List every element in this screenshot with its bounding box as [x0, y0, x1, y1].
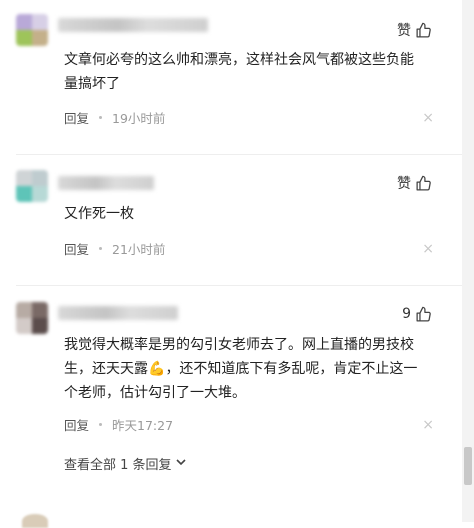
separator-dot — [99, 246, 103, 250]
comment-text: 又作死一枚 — [64, 206, 134, 222]
username-blurred[interactable] — [58, 18, 208, 32]
view-all-replies-label: 查看全部 1 条回复 — [64, 458, 172, 473]
reply-button[interactable]: 回复 — [64, 239, 89, 258]
like-count: 赞 — [397, 23, 411, 39]
comment-text: 文章何必夸的这么帅和漂亮，这样社会风气都被这些负能量搞坏了 — [64, 52, 414, 92]
comment-time: 昨天17:27 — [112, 417, 174, 433]
close-icon[interactable]: × — [422, 242, 434, 256]
like-count: 9 — [402, 306, 411, 322]
divider — [16, 154, 462, 155]
comment-text: 我觉得大概率是男的勾引女老师去了。网上直播的男技校生，还天天露💪，还不知道底下有… — [64, 333, 424, 405]
username-blurred[interactable] — [58, 306, 178, 320]
divider — [16, 285, 462, 286]
comment-time: 21小时前 — [112, 241, 166, 257]
comment-feed: 赞 文章何必夸的这么帅和漂亮，这样社会风气都被这些负能量搞坏了 回复 19小时前… — [0, 0, 462, 528]
separator-dot — [99, 422, 103, 426]
thumbs-up-icon — [415, 306, 432, 323]
comment-meta: 回复 19小时前 — [64, 107, 165, 127]
close-icon[interactable]: × — [422, 418, 434, 432]
avatar[interactable] — [16, 170, 48, 202]
separator-dot — [99, 115, 103, 119]
comment-meta: 回复 昨天17:27 — [64, 414, 173, 434]
chevron-down-icon — [175, 456, 187, 472]
username-blurred[interactable] — [58, 176, 154, 190]
flexed-biceps-emoji: 💪 — [148, 361, 166, 377]
like-button[interactable]: 赞 — [397, 173, 432, 193]
like-count: 赞 — [397, 176, 411, 192]
reply-button[interactable]: 回复 — [64, 415, 89, 434]
thumbs-up-icon — [415, 22, 432, 39]
close-icon[interactable]: × — [422, 111, 434, 125]
view-all-replies-button[interactable]: 查看全部 1 条回复 — [64, 454, 187, 473]
reply-button[interactable]: 回复 — [64, 108, 89, 127]
like-button[interactable]: 9 — [402, 304, 432, 324]
thumbs-up-icon — [415, 175, 432, 192]
comment-time: 19小时前 — [112, 110, 166, 126]
avatar[interactable] — [16, 302, 48, 334]
scrollbar[interactable] — [462, 0, 474, 522]
avatar[interactable] — [16, 14, 48, 46]
comment-meta: 回复 21小时前 — [64, 238, 165, 258]
avatar[interactable] — [22, 514, 48, 528]
like-button[interactable]: 赞 — [397, 20, 432, 40]
scrollbar-thumb[interactable] — [464, 447, 472, 485]
